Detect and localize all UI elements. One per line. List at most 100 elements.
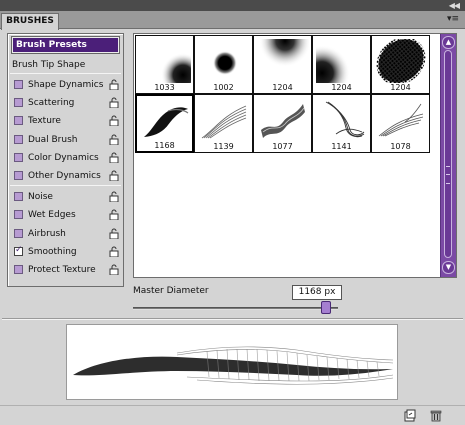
option-label: Other Dynamics [28,171,101,181]
brush-tip-shape-item[interactable]: Brush Tip Shape [12,59,85,71]
scroll-down-icon[interactable]: ▼ [442,261,455,274]
lock-icon[interactable] [109,115,119,126]
panel-footer [0,405,465,425]
brush-preset-grid: 1033 1002 1204 1204 1204 1168 1139 1077 … [133,33,457,278]
options-separator [10,185,121,186]
grid-scrollbar[interactable]: ▲ ▼ [440,34,456,277]
brush-preset-tile[interactable]: 1204 [371,35,430,94]
brush-size-label: 1078 [390,142,411,151]
smoothing-checkbox[interactable] [14,245,23,256]
option-dual-brush[interactable]: Dual Brush [12,133,119,147]
brush-preset-tile[interactable]: 1139 [194,94,253,153]
scroll-up-icon[interactable]: ▲ [442,36,455,49]
scattering-checkbox[interactable] [14,98,23,107]
airbrush-checkbox[interactable] [14,229,23,238]
texture-checkbox[interactable] [14,116,23,125]
other-dynamics-checkbox[interactable] [14,171,23,180]
preview-divider [2,318,463,320]
lock-icon[interactable] [109,152,119,163]
new-brush-icon[interactable] [404,409,416,422]
lock-icon[interactable] [109,79,119,90]
brush-size-label: 1168 [154,141,175,150]
tab-bar: BRUSHES ▾≡ [0,11,465,30]
option-label: Noise [28,192,53,202]
protect-texture-checkbox[interactable] [14,265,23,274]
lock-icon[interactable] [109,191,119,202]
tab-brushes[interactable]: BRUSHES [1,13,59,30]
brush-preset-tile[interactable]: 1002 [194,35,253,94]
brush-preset-tile-selected[interactable]: 1168 [135,94,194,153]
master-diameter-slider-thumb[interactable] [320,301,331,314]
option-label: Dual Brush [28,135,78,145]
option-protect-texture[interactable]: Protect Texture [12,263,119,277]
dual-brush-checkbox[interactable] [14,135,23,144]
lock-icon[interactable] [109,246,119,257]
brush-preset-tile[interactable]: 1204 [312,35,371,94]
lock-icon[interactable] [109,228,119,239]
lock-icon[interactable] [109,209,119,220]
option-airbrush[interactable]: Airbrush [12,227,119,241]
lock-icon[interactable] [109,134,119,145]
master-diameter-label: Master Diameter [133,286,209,296]
collapse-icon[interactable]: ◀◀ [449,0,460,11]
option-label: Texture [28,116,61,126]
brush-size-label: 1033 [154,83,175,92]
option-texture[interactable]: Texture [12,114,119,128]
option-noise[interactable]: Noise [12,190,119,204]
color-dynamics-checkbox[interactable] [14,153,23,162]
brush-size-label: 1002 [213,83,234,92]
lock-icon[interactable] [109,97,119,108]
option-other-dynamics[interactable]: Other Dynamics [12,169,119,183]
brush-preset-tile[interactable]: 1141 [312,94,371,153]
stroke-brush-icon [144,107,189,137]
master-diameter-slider-track[interactable] [133,307,338,310]
option-scattering[interactable]: Scattering [12,96,119,110]
stroke-brush-icon [261,104,305,138]
brush-size-label: 1204 [390,83,411,92]
option-label: Smoothing [28,247,77,257]
option-label: Shape Dynamics [28,80,104,90]
brush-size-label: 1204 [272,83,293,92]
trash-icon[interactable] [430,409,442,422]
brush-size-label: 1204 [331,83,352,92]
brush-options-list: Brush Presets Brush Tip Shape Shape Dyna… [7,33,124,287]
hard-round-brush-icon [213,51,237,75]
master-diameter-input[interactable]: 1168 px [292,285,342,300]
scroll-grip-icon [446,166,450,184]
option-label: Protect Texture [28,265,96,275]
soft-round-brush-icon [316,45,350,83]
stroke-brush-icon [378,103,424,137]
lock-icon[interactable] [109,264,119,275]
wet-edges-checkbox[interactable] [14,210,23,219]
stroke-preview-image [73,346,394,385]
option-smoothing[interactable]: Smoothing [12,245,119,259]
scroll-thumb[interactable] [444,50,452,258]
lock-icon[interactable] [109,170,119,181]
option-label: Color Dynamics [28,153,99,163]
panel-menu-icon[interactable]: ▾≡ [447,13,459,25]
option-label: Wet Edges [28,210,76,220]
options-separator [10,73,121,74]
soft-round-brush-icon [259,39,309,67]
brush-preset-tile[interactable]: 1033 [135,35,194,94]
noise-checkbox[interactable] [14,192,23,201]
brush-size-label: 1077 [272,142,293,151]
brush-preset-tile[interactable]: 1078 [371,94,430,153]
halftone-brush-icon [376,39,426,83]
brush-presets-item[interactable]: Brush Presets [11,36,120,54]
shape-dynamics-checkbox[interactable] [14,80,23,89]
soft-round-brush-icon [161,53,191,83]
brush-preset-tile[interactable]: 1077 [253,94,312,153]
brush-size-label: 1139 [213,142,234,151]
option-label: Airbrush [28,229,66,239]
stroke-brush-icon [201,105,247,139]
option-shape-dynamics[interactable]: Shape Dynamics [12,78,119,92]
option-wet-edges[interactable]: Wet Edges [12,208,119,222]
brush-preset-tile[interactable]: 1204 [253,35,312,94]
option-color-dynamics[interactable]: Color Dynamics [12,151,119,165]
option-label: Scattering [28,98,75,108]
panel-top-strip: ◀◀ [0,0,465,11]
brush-size-label: 1141 [331,142,352,151]
stroke-preview [66,324,398,400]
stroke-brush-icon [325,101,365,138]
